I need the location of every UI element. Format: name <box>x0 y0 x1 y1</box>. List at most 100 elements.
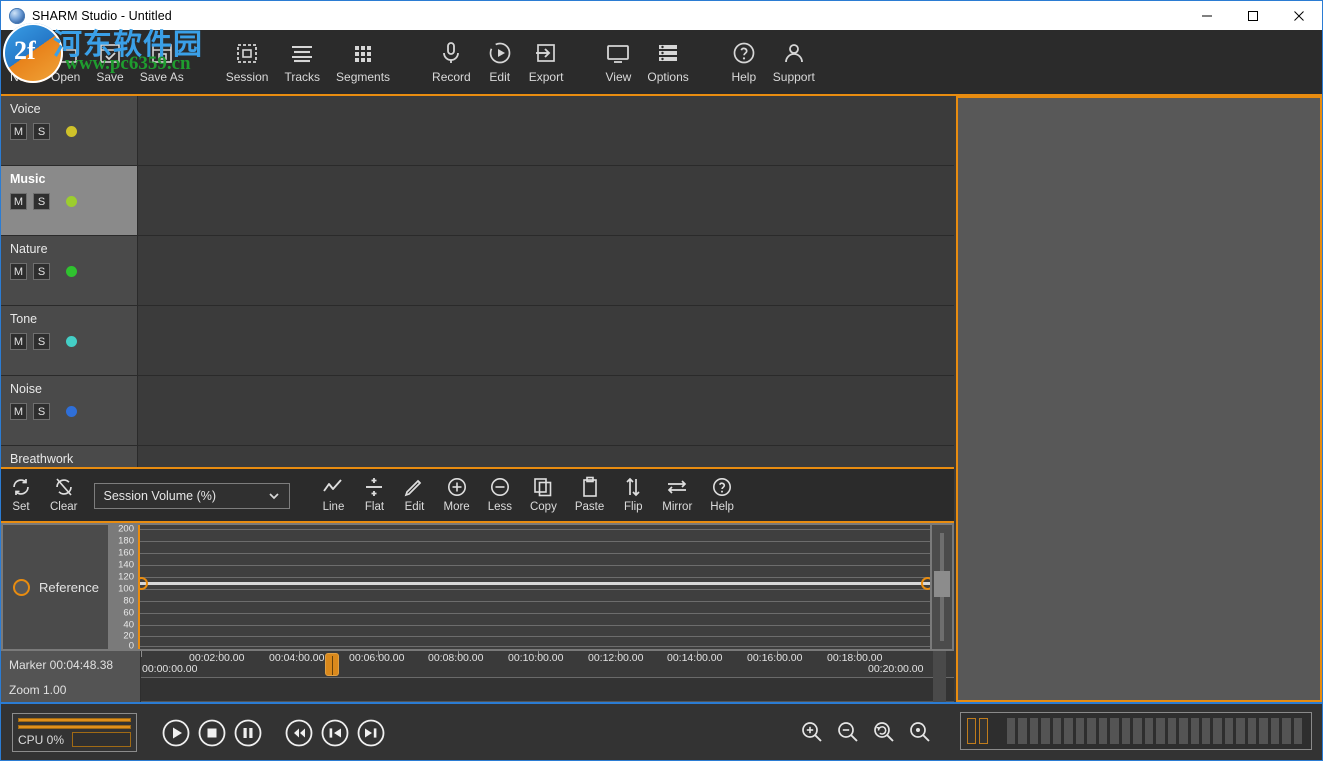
envelope-slider-thumb[interactable] <box>934 571 950 597</box>
timeline-scrollbar[interactable] <box>933 651 946 702</box>
track-list[interactable]: Voice M S Music M S Nature M S Tone M S … <box>1 96 954 467</box>
timeline-tick-label: 00:16:00.00 <box>747 652 803 664</box>
maximize-button[interactable] <box>1230 1 1276 30</box>
track-lane[interactable] <box>138 166 954 235</box>
track-mute-button[interactable]: M <box>10 333 27 350</box>
pencil-icon <box>403 474 425 500</box>
track-color-dot[interactable] <box>66 196 77 207</box>
track-header[interactable]: Noise M S <box>1 376 138 445</box>
track-row[interactable]: Noise M S <box>1 376 954 446</box>
track-lane[interactable] <box>138 236 954 305</box>
pause-button[interactable] <box>234 719 262 747</box>
y-tick: 40 <box>123 619 134 631</box>
toolbar-open-button[interactable]: Open <box>43 30 88 84</box>
track-header[interactable]: Tone M S <box>1 306 138 375</box>
envelope-flip-button[interactable]: Flip <box>613 469 653 513</box>
playhead-marker[interactable] <box>325 653 339 676</box>
right-side-panel[interactable] <box>956 96 1322 702</box>
track-mute-button[interactable]: M <box>10 263 27 280</box>
track-mute-button[interactable]: M <box>10 403 27 420</box>
timeline-tick-label: 00:04:00.00 <box>269 652 325 664</box>
envelope-flat-button[interactable]: Flat <box>354 469 394 513</box>
close-button[interactable] <box>1276 1 1322 30</box>
track-lane[interactable] <box>138 306 954 375</box>
envelope-line-button[interactable]: Line <box>312 469 354 513</box>
open-folder-icon <box>53 38 79 68</box>
envelope-curve[interactable] <box>140 582 930 585</box>
timeline-overview-strip[interactable] <box>141 678 954 702</box>
track-row[interactable]: Breathwork M S <box>1 446 954 467</box>
clear-crossed-icon <box>53 474 75 500</box>
envelope-paste-button[interactable]: Paste <box>566 469 613 513</box>
track-header[interactable]: Breathwork M S <box>1 446 138 467</box>
minimize-button[interactable] <box>1184 1 1230 30</box>
zoom-in-button[interactable] <box>799 719 825 745</box>
envelope-mirror-button[interactable]: Mirror <box>653 469 701 513</box>
track-header[interactable]: Music M S <box>1 166 138 235</box>
play-button[interactable] <box>162 719 190 747</box>
support-person-icon <box>781 38 807 68</box>
toolbar-help-button[interactable]: Help <box>723 30 765 84</box>
track-solo-button[interactable]: S <box>33 263 50 280</box>
toolbar-support-button[interactable]: Support <box>765 30 823 84</box>
track-solo-button[interactable]: S <box>33 403 50 420</box>
envelope-grid[interactable] <box>138 525 930 649</box>
track-row[interactable]: Music M S <box>1 166 954 236</box>
zoom-fit-button[interactable] <box>907 719 933 745</box>
track-controls: M S <box>10 333 137 350</box>
toolbar-segments-button[interactable]: Segments <box>328 30 398 84</box>
envelope-clear-button[interactable]: Clear <box>41 469 86 513</box>
track-row[interactable]: Tone M S <box>1 306 954 376</box>
track-solo-button[interactable]: S <box>33 123 50 140</box>
envelope-handle-end[interactable] <box>921 577 930 590</box>
envelope-parameter-select[interactable]: Session Volume (%) <box>94 483 291 509</box>
track-lane[interactable] <box>138 376 954 445</box>
skip-to-end-button[interactable] <box>357 719 385 747</box>
toolbar-session-button[interactable]: Session <box>218 30 277 84</box>
envelope-editor[interactable]: Reference 200 180 160 140 120 100 80 60 … <box>1 523 954 651</box>
rewind-button[interactable] <box>285 719 313 747</box>
track-color-dot[interactable] <box>66 336 77 347</box>
stop-button[interactable] <box>198 719 226 747</box>
zoom-reset-button[interactable] <box>871 719 897 745</box>
envelope-copy-button[interactable]: Copy <box>521 469 566 513</box>
toolbar-save-button[interactable]: Save <box>88 30 131 84</box>
track-color-dot[interactable] <box>66 126 77 137</box>
track-color-dot[interactable] <box>66 406 77 417</box>
timeline-ruler[interactable]: 00:00:00.00 00:02:00.00 00:04:00.00 00:0… <box>141 651 954 678</box>
toolbar-edit-button[interactable]: Edit <box>479 30 521 84</box>
y-tick: 160 <box>118 547 134 559</box>
toolbar-view-button[interactable]: View <box>597 30 639 84</box>
track-color-dot[interactable] <box>66 266 77 277</box>
toolbar-new-button[interactable]: New <box>1 30 43 84</box>
reference-color-dot[interactable] <box>13 578 30 596</box>
envelope-edit-button[interactable]: Edit <box>394 469 434 513</box>
chevron-down-icon <box>267 489 281 503</box>
track-lane[interactable] <box>138 446 954 467</box>
envelope-more-button[interactable]: More <box>434 469 478 513</box>
track-solo-button[interactable]: S <box>33 333 50 350</box>
track-mute-button[interactable]: M <box>10 193 27 210</box>
toolbar-export-button[interactable]: Export <box>521 30 572 84</box>
envelope-help-button[interactable]: Help <box>701 469 743 513</box>
toolbar-tracks-button[interactable]: Tracks <box>276 30 328 84</box>
envelope-set-button[interactable]: Set <box>1 469 41 513</box>
envelope-less-button[interactable]: Less <box>479 469 521 513</box>
toolbar-record-button[interactable]: Record <box>424 30 479 84</box>
toolbar-save-as-button[interactable]: Save As <box>132 30 192 84</box>
track-header[interactable]: Nature M S <box>1 236 138 305</box>
track-header[interactable]: Voice M S <box>1 96 138 165</box>
toolbar-options-button[interactable]: Options <box>639 30 696 84</box>
track-mute-button[interactable]: M <box>10 123 27 140</box>
envelope-reference-panel[interactable]: Reference <box>3 525 108 649</box>
track-lane[interactable] <box>138 96 954 165</box>
track-solo-button[interactable]: S <box>33 193 50 210</box>
track-row[interactable]: Nature M S <box>1 236 954 306</box>
skip-to-start-button[interactable] <box>321 719 349 747</box>
envelope-y-axis: 200 180 160 140 120 100 80 60 40 20 0 <box>108 524 136 651</box>
track-row[interactable]: Voice M S <box>1 96 954 166</box>
main-toolbar: New Open Save Save As Session Tracks Seg… <box>1 30 1322 96</box>
envelope-level-slider[interactable] <box>932 525 952 649</box>
timeline-bar: Marker 00:04:48.38 00:00:00.00 00:02:00.… <box>1 651 954 702</box>
zoom-out-button[interactable] <box>835 719 861 745</box>
